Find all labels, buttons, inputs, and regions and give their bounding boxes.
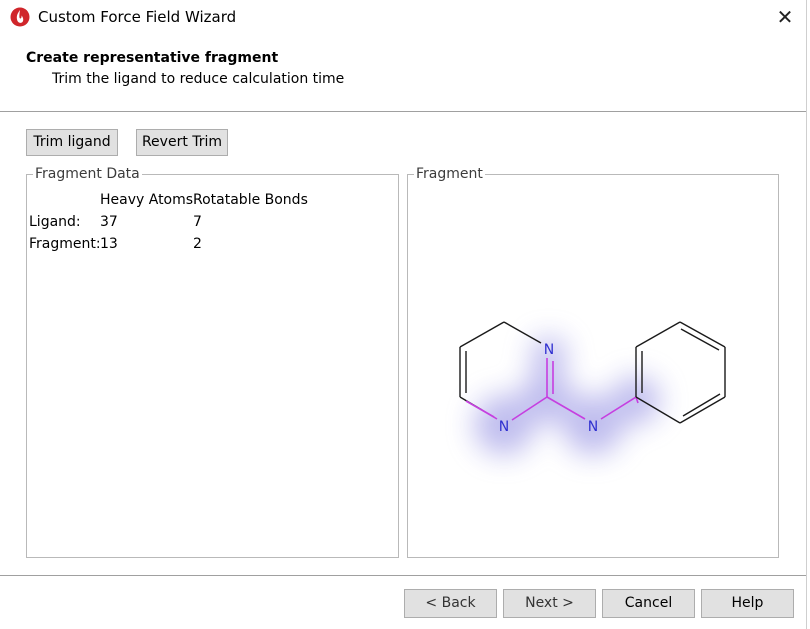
help-button[interactable]: Help xyxy=(701,589,794,618)
footer-divider xyxy=(0,575,806,576)
row-label-fragment: Fragment: xyxy=(29,236,101,252)
fragment-rotatable-bonds: 2 xyxy=(193,236,202,252)
nitrogen-label: N xyxy=(588,419,598,435)
window-title: Custom Force Field Wizard xyxy=(38,8,237,26)
fragment-data-legend: Fragment Data xyxy=(33,166,142,182)
cancel-button[interactable]: Cancel xyxy=(602,589,695,618)
flame-app-icon xyxy=(10,7,30,27)
fragment-heavy-atoms: 13 xyxy=(100,236,118,252)
nitrogen-label: N xyxy=(499,419,509,435)
page-title: Create representative fragment xyxy=(26,50,279,66)
next-button[interactable]: Next > xyxy=(503,589,596,618)
close-icon[interactable]: ✕ xyxy=(777,5,794,29)
row-label-ligand: Ligand: xyxy=(29,214,81,230)
ligand-rotatable-bonds: 7 xyxy=(193,214,202,230)
window-border xyxy=(806,0,807,629)
column-header-rotatable-bonds: Rotatable Bonds xyxy=(193,192,308,208)
highlight-glow xyxy=(474,337,660,455)
column-header-heavy-atoms: Heavy Atoms xyxy=(100,192,194,208)
close-button[interactable]: ✕ xyxy=(770,4,800,30)
trim-ligand-button[interactable]: Trim ligand xyxy=(26,129,118,156)
title-bar: Custom Force Field Wizard ✕ xyxy=(0,0,806,34)
header-divider xyxy=(0,111,806,112)
fragment-structure-diagram: N N N xyxy=(459,321,726,455)
page-subtitle: Trim the ligand to reduce calculation ti… xyxy=(52,71,345,87)
ligand-heavy-atoms: 37 xyxy=(100,214,118,230)
back-button[interactable]: < Back xyxy=(404,589,497,618)
revert-trim-button[interactable]: Revert Trim xyxy=(136,129,228,156)
fragment-data-group: Fragment Data Heavy Atoms Rotatable Bond… xyxy=(26,166,399,558)
fragment-view-group: Fragment N N N xyxy=(407,166,779,558)
nitrogen-label: N xyxy=(544,342,554,358)
